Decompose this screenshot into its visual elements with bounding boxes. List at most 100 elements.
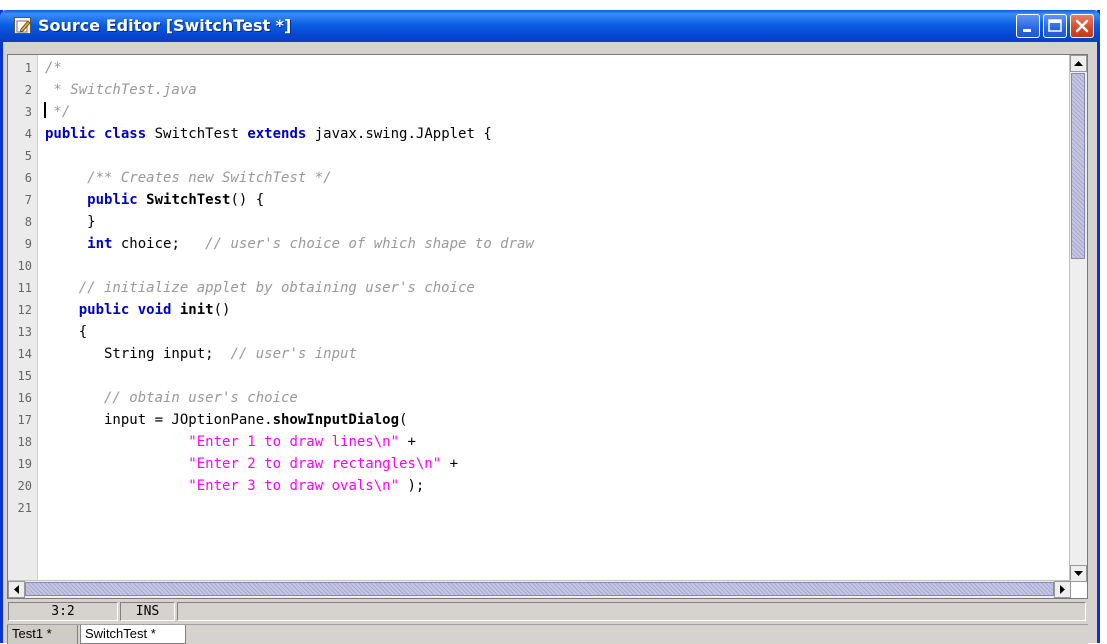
code-token: // user's choice of which shape to draw [205, 236, 534, 252]
line-number: 4 [24, 127, 32, 141]
code-line[interactable]: "Enter 1 to draw lines\n" + [45, 431, 416, 453]
line-number: 12 [17, 303, 32, 317]
code-token: "Enter 1 to draw lines\n" [188, 434, 400, 450]
code-token: ( [399, 412, 408, 428]
line-number: 16 [17, 391, 32, 405]
line-number: 15 [17, 369, 32, 383]
tab-switchtest[interactable]: SwitchTest * [80, 625, 186, 644]
line-number: 19 [17, 457, 32, 471]
code-token: public [87, 192, 138, 208]
line-number: 20 [17, 479, 32, 493]
tab-label: SwitchTest * [85, 626, 156, 641]
line-number: 1 [24, 61, 32, 75]
code-line[interactable]: */ [45, 101, 70, 123]
code-token: input = JOptionPane. [45, 412, 273, 428]
code-token: () [213, 302, 231, 318]
insert-mode-indicator: INS [120, 602, 175, 621]
line-number: 2 [24, 83, 32, 97]
code-line[interactable]: String input; // user's input [45, 343, 357, 365]
minimize-button[interactable] [1016, 14, 1040, 38]
scroll-down-button[interactable] [1070, 565, 1087, 582]
line-number: 13 [17, 325, 32, 339]
tab-test1[interactable]: Test1 * [7, 625, 78, 644]
line-number: 3 [24, 105, 32, 119]
arrow-left-icon [14, 585, 19, 594]
code-line[interactable]: int choice; // user's choice of which sh… [45, 233, 534, 255]
cursor-position: 3:2 [8, 602, 118, 621]
line-number: 18 [17, 435, 32, 449]
code-line[interactable]: public void init() [45, 299, 231, 321]
code-token: + [441, 456, 459, 472]
scroll-up-button[interactable] [1070, 55, 1087, 72]
code-token: SwitchTest [146, 192, 231, 208]
line-number: 7 [24, 193, 32, 207]
code-line[interactable]: public class SwitchTest extends javax.sw… [45, 123, 492, 145]
line-number: 17 [17, 413, 32, 427]
line-number: 9 [24, 237, 32, 251]
arrow-down-icon [1074, 571, 1083, 576]
text-caret [44, 102, 46, 118]
line-number: 10 [17, 259, 32, 273]
code-token: "Enter 3 to draw ovals\n" [188, 478, 400, 494]
maximize-button[interactable] [1043, 14, 1067, 38]
line-number: 6 [24, 171, 32, 185]
code-token: () { [230, 192, 265, 208]
code-token: /* [45, 60, 62, 76]
code-line[interactable]: "Enter 2 to draw rectangles\n" + [45, 453, 458, 475]
code-token: choice; [112, 236, 206, 252]
code-token: public class [45, 126, 147, 142]
line-number: 11 [17, 281, 32, 295]
code-line[interactable]: // initialize applet by obtaining user's… [45, 277, 475, 299]
arrow-up-icon [1074, 61, 1083, 66]
tab-label: Test1 * [12, 626, 52, 641]
code-token: + [399, 434, 416, 450]
line-number: 14 [17, 347, 32, 361]
close-button[interactable] [1070, 14, 1094, 38]
status-message [177, 602, 1086, 621]
status-bar: 3:2 INS [7, 600, 1088, 624]
code-token: public void [78, 302, 172, 318]
code-line[interactable]: /* [45, 57, 62, 79]
minimize-icon [1023, 29, 1031, 32]
code-line[interactable]: // obtain user's choice [45, 387, 298, 409]
code-token: extends [247, 126, 307, 142]
code-token: */ [45, 104, 71, 120]
line-number: 5 [24, 149, 32, 163]
code-token: String input; [45, 346, 231, 362]
code-token: "Enter 2 to draw rectangles\n" [188, 456, 442, 472]
code-line[interactable]: "Enter 3 to draw ovals\n" ); [45, 475, 424, 497]
vertical-scroll-thumb[interactable] [1071, 73, 1085, 259]
code-line[interactable]: } [45, 211, 95, 233]
horizontal-scrollbar[interactable] [8, 580, 1071, 598]
code-token: ); [399, 478, 425, 494]
code-token: * SwitchTest.java [45, 82, 197, 98]
arrow-right-icon [1060, 585, 1065, 594]
code-line[interactable]: input = JOptionPane.showInputDialog( [45, 409, 407, 431]
code-token: // user's input [230, 346, 357, 362]
scroll-right-button[interactable] [1054, 581, 1071, 598]
maximize-icon [1048, 19, 1062, 32]
code-token: int [87, 236, 113, 252]
code-token: init [179, 302, 214, 318]
horizontal-scroll-thumb[interactable] [25, 582, 1054, 596]
line-number: 8 [24, 215, 32, 229]
scroll-left-button[interactable] [8, 581, 25, 598]
close-icon [1075, 19, 1089, 33]
editor-tab-bar: Test1 * SwitchTest * [7, 624, 1088, 644]
code-token: // obtain user's choice [45, 390, 298, 406]
code-editor[interactable]: 1 2 3 4 5 6 7 8 9 10 11 12 13 14 15 16 17 18 19 20 21 /* * S… [7, 54, 1088, 599]
code-line[interactable]: public SwitchTest() { [45, 189, 264, 211]
code-line[interactable]: * SwitchTest.java [45, 79, 197, 101]
source-editor-window: Source Editor [SwitchTest *] 1 2 3 4 5 6 7 8 9 10… [0, 10, 1100, 644]
line-number: 21 [17, 501, 32, 515]
vertical-scrollbar[interactable] [1069, 55, 1087, 582]
code-line[interactable]: { [45, 321, 87, 343]
code-line[interactable]: /** Creates new SwitchTest */ [45, 167, 331, 189]
title-bar[interactable]: Source Editor [SwitchTest *] [0, 10, 1100, 42]
